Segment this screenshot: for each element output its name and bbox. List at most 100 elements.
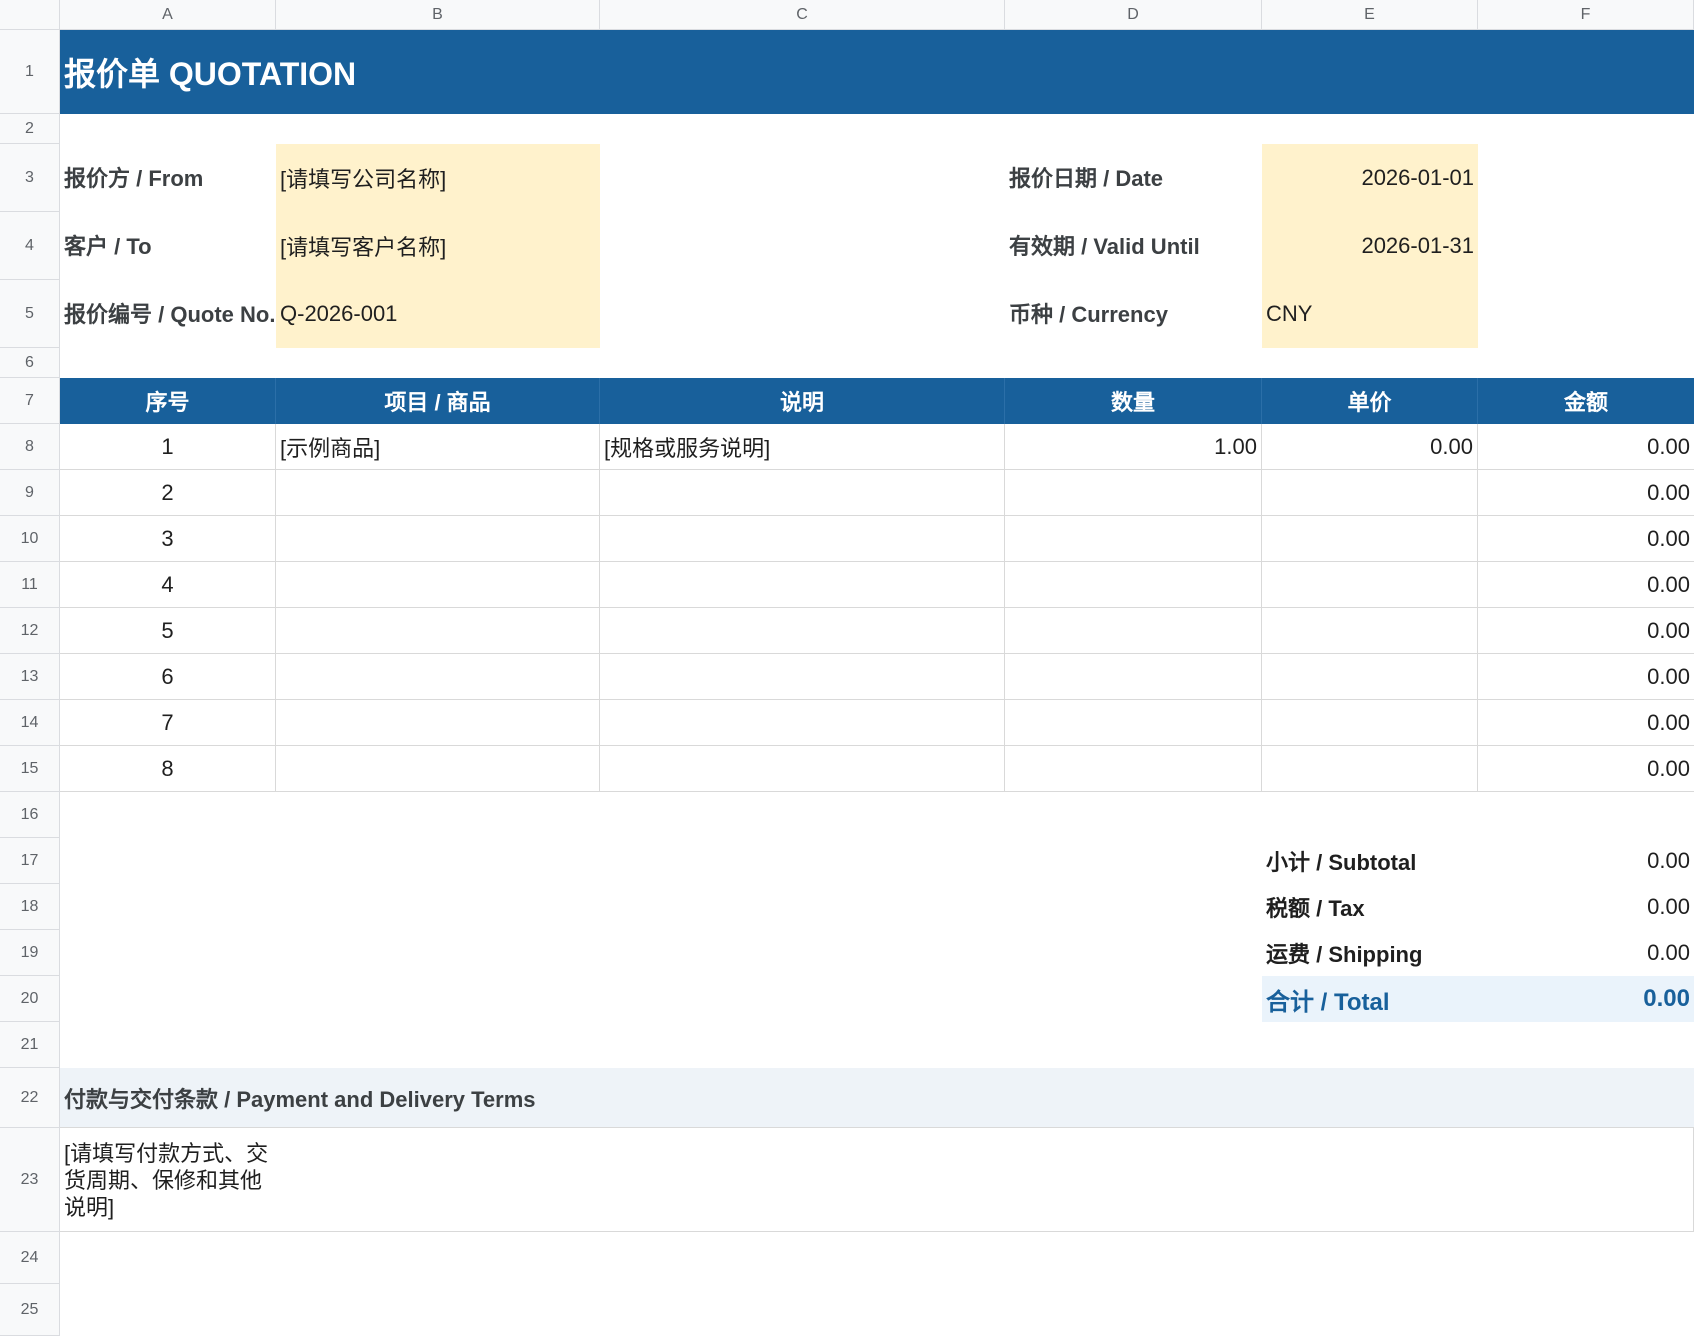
row-header[interactable]: 10	[0, 516, 60, 562]
row-header[interactable]: 21	[0, 1022, 60, 1068]
cell-quantity[interactable]	[1005, 746, 1262, 792]
terms-body[interactable]: [请填写付款方式、交 货周期、保修和其他 说明]	[60, 1128, 276, 1232]
cell-item[interactable]	[276, 562, 600, 608]
column-header-f[interactable]: F	[1478, 0, 1694, 30]
cell-no[interactable]: 3	[60, 516, 276, 562]
cell-description[interactable]	[600, 700, 1005, 746]
column-header-b[interactable]: B	[276, 0, 600, 30]
row-header[interactable]: 15	[0, 746, 60, 792]
row-header[interactable]: 5	[0, 280, 60, 348]
cell-no[interactable]: 2	[60, 470, 276, 516]
cell-no[interactable]: 7	[60, 700, 276, 746]
cell-amount[interactable]: 0.00	[1478, 608, 1694, 654]
table-header-no[interactable]: 序号	[60, 378, 276, 424]
table-header-description[interactable]: 说明	[600, 378, 1005, 424]
cell-unit-price[interactable]	[1262, 700, 1478, 746]
cell-no[interactable]: 5	[60, 608, 276, 654]
cell-item[interactable]	[276, 700, 600, 746]
cell-no[interactable]: 4	[60, 562, 276, 608]
cell-amount[interactable]: 0.00	[1478, 746, 1694, 792]
select-all-corner[interactable]	[0, 0, 60, 30]
cell-item[interactable]	[276, 516, 600, 562]
row-header[interactable]: 12	[0, 608, 60, 654]
row-header[interactable]: 14	[0, 700, 60, 746]
row-header[interactable]: 18	[0, 884, 60, 930]
cell-quantity[interactable]	[1005, 654, 1262, 700]
subtotal-label[interactable]: 小计 / Subtotal	[1262, 838, 1478, 884]
row-header[interactable]: 9	[0, 470, 60, 516]
to-input-cell[interactable]: [请填写客户名称]	[276, 212, 600, 280]
date-label[interactable]: 报价日期 / Date	[1005, 144, 1262, 212]
valid-until-label[interactable]: 有效期 / Valid Until	[1005, 212, 1262, 280]
date-input-cell[interactable]: 2026-01-01	[1262, 144, 1478, 212]
total-label[interactable]: 合计 / Total	[1262, 976, 1478, 1022]
cell-no[interactable]: 1	[60, 424, 276, 470]
cell-unit-price[interactable]	[1262, 516, 1478, 562]
cell-description[interactable]	[600, 654, 1005, 700]
cell-quantity[interactable]	[1005, 470, 1262, 516]
row-header[interactable]: 3	[0, 144, 60, 212]
tax-value[interactable]: 0.00	[1478, 884, 1694, 930]
cell-unit-price[interactable]	[1262, 608, 1478, 654]
row-header[interactable]: 4	[0, 212, 60, 280]
valid-until-input-cell[interactable]: 2026-01-31	[1262, 212, 1478, 280]
cell-amount[interactable]: 0.00	[1478, 470, 1694, 516]
cell-amount[interactable]: 0.00	[1478, 700, 1694, 746]
table-header-unit-price[interactable]: 单价	[1262, 378, 1478, 424]
cell-description[interactable]	[600, 516, 1005, 562]
currency-label[interactable]: 币种 / Currency	[1005, 280, 1262, 348]
row-header[interactable]: 8	[0, 424, 60, 470]
row-header[interactable]: 17	[0, 838, 60, 884]
cell-no[interactable]: 6	[60, 654, 276, 700]
row-header[interactable]: 11	[0, 562, 60, 608]
cell-quantity[interactable]: 1.00	[1005, 424, 1262, 470]
cell-quantity[interactable]	[1005, 700, 1262, 746]
row-header[interactable]: 13	[0, 654, 60, 700]
cell-no[interactable]: 8	[60, 746, 276, 792]
cell-item[interactable]	[276, 746, 600, 792]
cell-description[interactable]	[600, 562, 1005, 608]
cell-amount[interactable]: 0.00	[1478, 654, 1694, 700]
cell-item[interactable]: [示例商品]	[276, 424, 600, 470]
from-input-cell[interactable]: [请填写公司名称]	[276, 144, 600, 212]
terms-merged-cell[interactable]	[60, 1128, 1694, 1232]
row-header[interactable]: 2	[0, 114, 60, 144]
row-header[interactable]: 25	[0, 1284, 60, 1336]
column-header-a[interactable]: A	[60, 0, 276, 30]
cell-description[interactable]: [规格或服务说明]	[600, 424, 1005, 470]
cell-item[interactable]	[276, 654, 600, 700]
row-header[interactable]: 1	[0, 30, 60, 114]
column-header-d[interactable]: D	[1005, 0, 1262, 30]
subtotal-value[interactable]: 0.00	[1478, 838, 1694, 884]
cell-quantity[interactable]	[1005, 562, 1262, 608]
table-header-quantity[interactable]: 数量	[1005, 378, 1262, 424]
cell-quantity[interactable]	[1005, 608, 1262, 654]
cell-unit-price[interactable]: 0.00	[1262, 424, 1478, 470]
to-label[interactable]: 客户 / To	[60, 212, 276, 280]
cell-unit-price[interactable]	[1262, 654, 1478, 700]
row-header[interactable]: 20	[0, 976, 60, 1022]
terms-heading[interactable]: 付款与交付条款 / Payment and Delivery Terms	[60, 1068, 960, 1128]
shipping-label[interactable]: 运费 / Shipping	[1262, 930, 1478, 976]
row-header[interactable]: 16	[0, 792, 60, 838]
row-header[interactable]: 23	[0, 1128, 60, 1232]
cell-description[interactable]	[600, 470, 1005, 516]
tax-label[interactable]: 税额 / Tax	[1262, 884, 1478, 930]
cell-unit-price[interactable]	[1262, 562, 1478, 608]
cell-amount[interactable]: 0.00	[1478, 516, 1694, 562]
cell-item[interactable]	[276, 608, 600, 654]
total-value[interactable]: 0.00	[1478, 976, 1694, 1022]
table-header-item[interactable]: 项目 / 商品	[276, 378, 600, 424]
cell-quantity[interactable]	[1005, 516, 1262, 562]
row-header[interactable]: 22	[0, 1068, 60, 1128]
cell-item[interactable]	[276, 470, 600, 516]
row-header[interactable]: 6	[0, 348, 60, 378]
cell-description[interactable]	[600, 608, 1005, 654]
cell-unit-price[interactable]	[1262, 470, 1478, 516]
column-header-c[interactable]: C	[600, 0, 1005, 30]
currency-input-cell[interactable]: CNY	[1262, 280, 1478, 348]
row-header[interactable]: 24	[0, 1232, 60, 1284]
cell-description[interactable]	[600, 746, 1005, 792]
row-header[interactable]: 19	[0, 930, 60, 976]
cell-amount[interactable]: 0.00	[1478, 424, 1694, 470]
